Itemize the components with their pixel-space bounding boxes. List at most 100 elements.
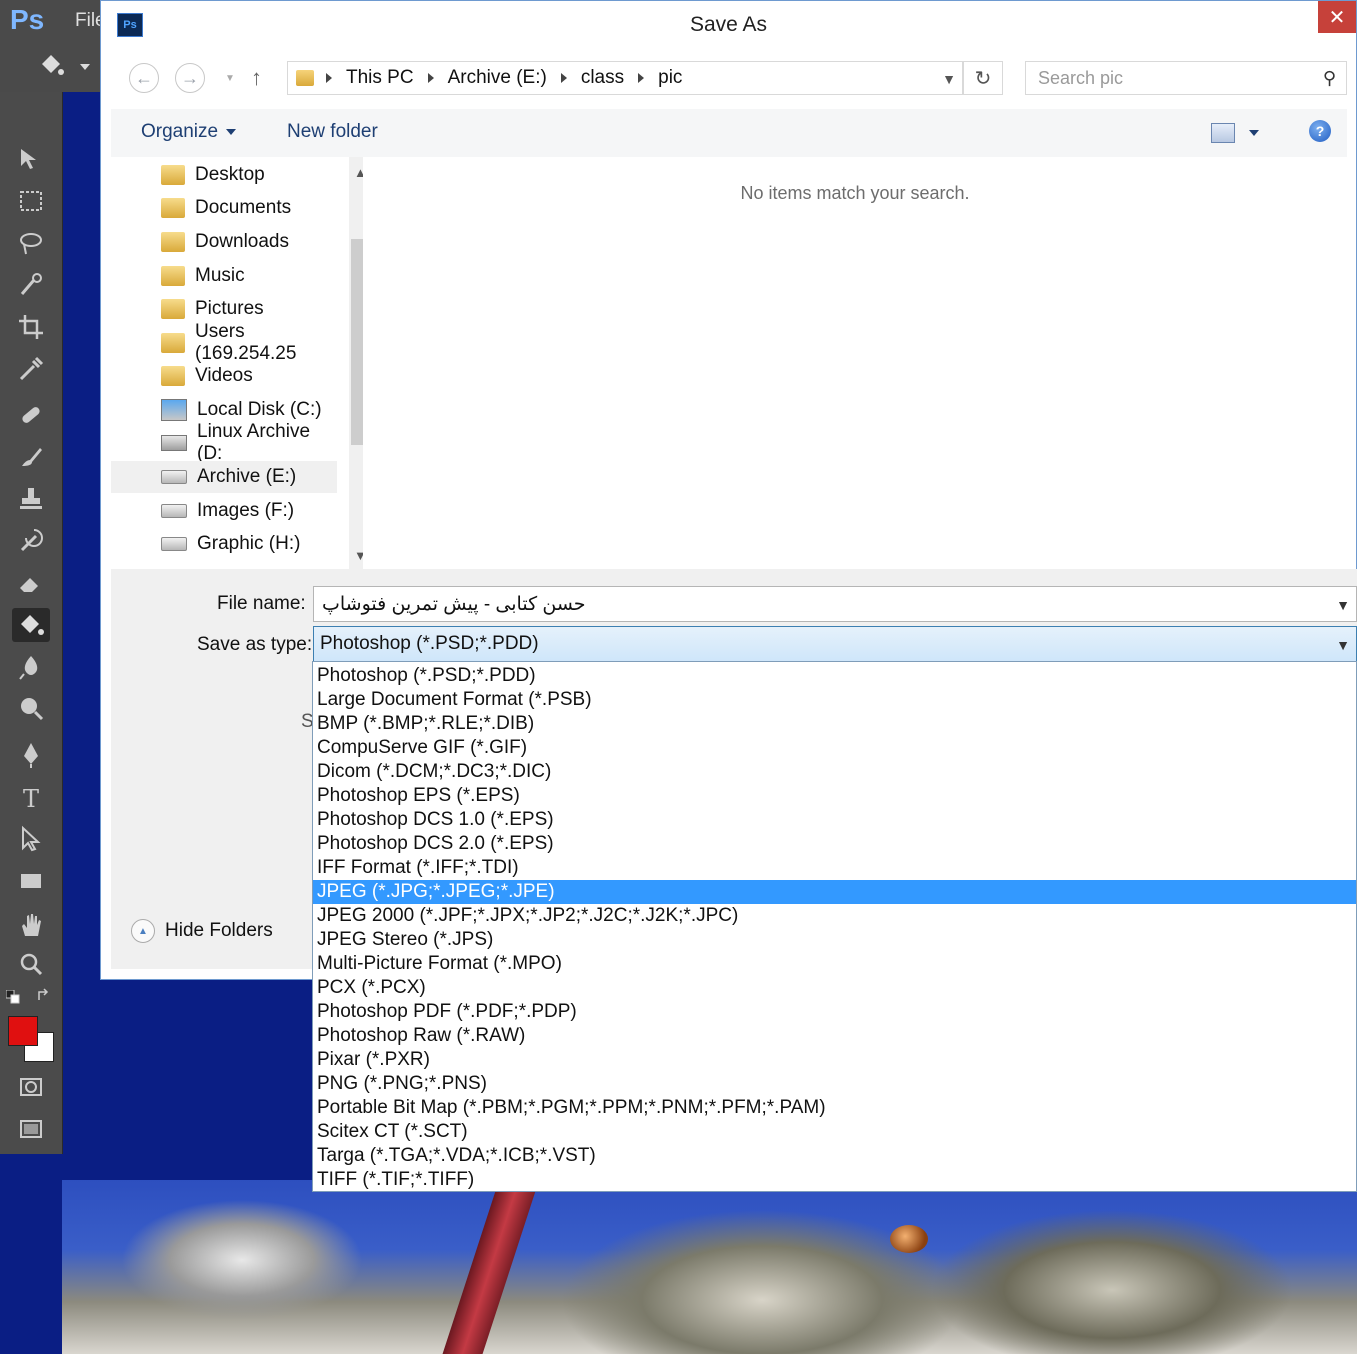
type-option-jpeg[interactable]: JPEG (*.JPG;*.JPEG;*.JPE) bbox=[313, 880, 1356, 904]
downloads-folder-icon bbox=[161, 232, 185, 252]
breadcrumb-archive-e[interactable]: Archive (E:) bbox=[448, 67, 547, 89]
address-bar[interactable]: This PC Archive (E:) class pic ▼ bbox=[287, 61, 963, 95]
save-type-select[interactable]: Photoshop (*.PSD;*.PDD) ▼ bbox=[313, 626, 1357, 662]
sidebar-item-graphic-h[interactable]: Graphic (H:) bbox=[111, 528, 337, 560]
type-option-psd[interactable]: Photoshop (*.PSD;*.PDD) bbox=[313, 664, 1356, 688]
type-option-dcs1[interactable]: Photoshop DCS 1.0 (*.EPS) bbox=[313, 808, 1356, 832]
lasso-tool-icon[interactable] bbox=[12, 226, 50, 260]
rectangle-tool-icon[interactable] bbox=[12, 864, 50, 898]
organize-button[interactable]: Organize bbox=[141, 121, 237, 143]
history-brush-tool-icon[interactable] bbox=[12, 524, 50, 558]
documents-folder-icon bbox=[161, 198, 185, 218]
breadcrumb-separator-icon[interactable] bbox=[427, 73, 434, 83]
hand-tool-icon[interactable] bbox=[12, 908, 50, 942]
type-option-jps[interactable]: JPEG Stereo (*.JPS) bbox=[313, 928, 1356, 952]
swap-colors-icon[interactable] bbox=[36, 988, 52, 1004]
search-input[interactable]: Search pic ⚲ bbox=[1025, 61, 1347, 95]
type-option-dicom[interactable]: Dicom (*.DCM;*.DC3;*.DIC) bbox=[313, 760, 1356, 784]
eyedropper-tool-icon[interactable] bbox=[12, 352, 50, 386]
hide-folders-button[interactable]: ▲ Hide Folders bbox=[131, 919, 273, 943]
drive-icon bbox=[161, 470, 187, 484]
type-option-iff[interactable]: IFF Format (*.IFF;*.TDI) bbox=[313, 856, 1356, 880]
pictures-folder-icon bbox=[161, 299, 185, 319]
type-option-jpeg2000[interactable]: JPEG 2000 (*.JPF;*.JPX;*.JP2;*.J2C;*.J2K… bbox=[313, 904, 1356, 928]
svg-text:T: T bbox=[23, 785, 39, 812]
clone-stamp-tool-icon[interactable] bbox=[12, 482, 50, 516]
search-icon[interactable]: ⚲ bbox=[1323, 68, 1336, 89]
screen-mode-icon[interactable] bbox=[12, 1112, 50, 1146]
save-type-label: Save as type: bbox=[197, 634, 313, 655]
path-selection-tool-icon[interactable] bbox=[12, 822, 50, 856]
breadcrumb-class[interactable]: class bbox=[581, 67, 624, 89]
breadcrumb-pic[interactable]: pic bbox=[658, 67, 682, 89]
breadcrumb-separator-icon[interactable] bbox=[560, 73, 567, 83]
empty-message: No items match your search. bbox=[740, 183, 970, 203]
dodge-tool-icon[interactable] bbox=[12, 692, 50, 726]
type-option-sct[interactable]: Scitex CT (*.SCT) bbox=[313, 1120, 1356, 1144]
sidebar-item-downloads[interactable]: Downloads bbox=[111, 226, 337, 258]
type-option-pcx[interactable]: PCX (*.PCX) bbox=[313, 976, 1356, 1000]
type-tool-icon[interactable]: T bbox=[12, 780, 50, 814]
type-option-gif[interactable]: CompuServe GIF (*.GIF) bbox=[313, 736, 1356, 760]
type-option-pdf[interactable]: Photoshop PDF (*.PDF;*.PDP) bbox=[313, 1000, 1356, 1024]
breadcrumb-separator-icon[interactable] bbox=[638, 73, 645, 83]
healing-brush-tool-icon[interactable] bbox=[12, 398, 50, 432]
type-option-mpo[interactable]: Multi-Picture Format (*.MPO) bbox=[313, 952, 1356, 976]
default-colors-icon[interactable] bbox=[5, 989, 20, 1004]
sidebar-item-videos[interactable]: Videos bbox=[111, 360, 337, 392]
back-button[interactable]: ← bbox=[129, 63, 159, 93]
type-option-pbm[interactable]: Portable Bit Map (*.PBM;*.PGM;*.PPM;*.PN… bbox=[313, 1096, 1356, 1120]
sidebar-item-documents[interactable]: Documents bbox=[111, 192, 337, 224]
brush-tool-icon[interactable] bbox=[12, 440, 50, 474]
desktop-folder-icon bbox=[161, 165, 185, 185]
foreground-color-swatch[interactable] bbox=[8, 1016, 38, 1046]
recent-locations-chevron-icon[interactable]: ▼ bbox=[225, 73, 235, 84]
quick-selection-tool-icon[interactable] bbox=[12, 268, 50, 302]
arrow-left-icon: ← bbox=[135, 67, 153, 88]
type-option-tiff[interactable]: TIFF (*.TIF;*.TIFF) bbox=[313, 1168, 1356, 1192]
sidebar-item-linux-archive-d[interactable]: Linux Archive (D: bbox=[111, 421, 337, 464]
dialog-titlebar[interactable]: Ps Save As ✕ bbox=[101, 1, 1356, 47]
new-folder-button[interactable]: New folder bbox=[287, 121, 378, 143]
type-option-psb[interactable]: Large Document Format (*.PSB) bbox=[313, 688, 1356, 712]
file-list-pane[interactable]: No items match your search. bbox=[363, 157, 1347, 569]
type-option-raw[interactable]: Photoshop Raw (*.RAW) bbox=[313, 1024, 1356, 1048]
sidebar-item-images-f[interactable]: Images (F:) bbox=[111, 495, 337, 527]
breadcrumb-separator-icon[interactable] bbox=[326, 73, 332, 83]
close-button[interactable]: ✕ bbox=[1318, 1, 1356, 33]
breadcrumb-this-pc[interactable]: This PC bbox=[346, 67, 414, 89]
type-option-dcs2[interactable]: Photoshop DCS 2.0 (*.EPS) bbox=[313, 832, 1356, 856]
sidebar-item-archive-e[interactable]: Archive (E:) bbox=[111, 461, 337, 493]
navigation-bar: ← → ▼ ↑ This PC Archive (E:) class pic ▼… bbox=[101, 53, 1356, 103]
sidebar-item-music[interactable]: Music bbox=[111, 260, 337, 292]
type-option-pixar[interactable]: Pixar (*.PXR) bbox=[313, 1048, 1356, 1072]
sidebar-item-users[interactable]: Users (169.254.25 bbox=[111, 321, 337, 364]
chevron-down-icon[interactable] bbox=[80, 64, 90, 70]
move-tool-icon[interactable] bbox=[12, 142, 50, 176]
paint-bucket-tool-icon[interactable] bbox=[12, 608, 50, 642]
blur-tool-icon[interactable] bbox=[12, 650, 50, 684]
forward-button[interactable]: → bbox=[175, 63, 205, 93]
chevron-down-icon[interactable] bbox=[1249, 130, 1259, 136]
sidebar-item-desktop[interactable]: Desktop bbox=[111, 159, 337, 191]
file-name-field[interactable]: حسن کتابی - پیش تمرین فتوشاپ ▼ bbox=[313, 586, 1357, 622]
type-option-targa[interactable]: Targa (*.TGA;*.VDA;*.ICB;*.VST) bbox=[313, 1144, 1356, 1168]
type-option-png[interactable]: PNG (*.PNG;*.PNS) bbox=[313, 1072, 1356, 1096]
chevron-down-icon[interactable]: ▼ bbox=[1336, 597, 1350, 613]
help-icon[interactable]: ? bbox=[1309, 120, 1331, 142]
zoom-tool-icon[interactable] bbox=[12, 948, 50, 982]
up-one-level-button[interactable]: ↑ bbox=[251, 65, 262, 91]
paint-bucket-option-icon[interactable] bbox=[36, 50, 66, 80]
crop-tool-icon[interactable] bbox=[12, 310, 50, 344]
marquee-tool-icon[interactable] bbox=[12, 184, 50, 218]
ps-logo: Ps bbox=[10, 4, 45, 35]
change-view-icon[interactable] bbox=[1211, 123, 1235, 143]
pen-tool-icon[interactable] bbox=[12, 738, 50, 772]
chevron-down-icon[interactable]: ▼ bbox=[942, 71, 956, 87]
type-option-eps[interactable]: Photoshop EPS (*.EPS) bbox=[313, 784, 1356, 808]
type-option-bmp[interactable]: BMP (*.BMP;*.RLE;*.DIB) bbox=[313, 712, 1356, 736]
chevron-down-icon[interactable]: ▼ bbox=[1336, 637, 1350, 653]
refresh-button[interactable]: ↻ bbox=[963, 61, 1003, 95]
eraser-tool-icon[interactable] bbox=[12, 566, 50, 600]
quick-mask-icon[interactable] bbox=[12, 1070, 50, 1104]
